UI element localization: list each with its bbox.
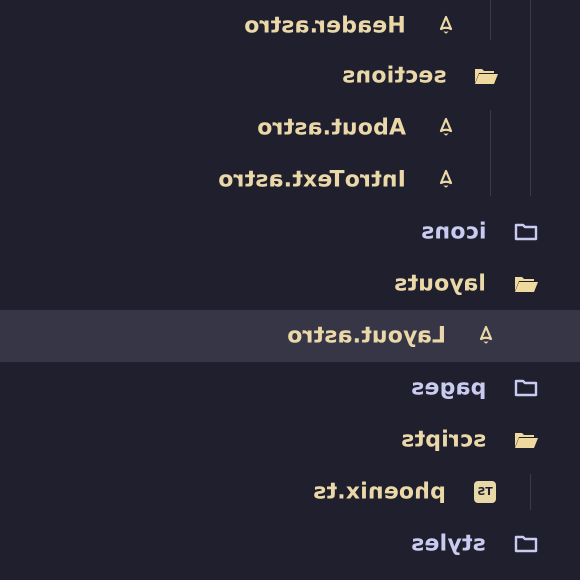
file-explorer-tree: Header.astro sections About.astro IntroT… [0,0,580,580]
folder-icon [512,376,540,400]
astro-icon [434,14,458,38]
tree-item-label: IntroText.astro [218,167,406,193]
tree-item-phoenix-ts[interactable]: TS phoenix.ts [0,466,580,518]
tree-item-label: About.astro [256,115,406,141]
folder-open-icon [472,64,500,88]
tree-item-label: phoenix.ts [313,479,446,505]
typescript-badge: TS [474,481,496,503]
tree-item-introtext-astro[interactable]: IntroText.astro [0,154,580,206]
folder-icon [512,220,540,244]
tree-item-styles-folder[interactable]: styles [0,518,580,570]
folder-open-icon [512,272,540,296]
tree-item-label: sections [342,63,447,89]
tree-item-label: scripts [400,427,486,453]
astro-icon [434,168,458,192]
tree-item-label: icons [420,219,486,245]
tree-item-header-astro[interactable]: Header.astro [0,0,580,52]
folder-icon [512,532,540,556]
tree-item-icons-folder[interactable]: icons [0,206,580,258]
tree-item-label: styles [411,531,486,557]
tree-item-label: Header.astro [244,13,406,39]
astro-icon [474,324,498,348]
tree-item-pages-folder[interactable]: pages [0,362,580,414]
typescript-icon: TS [474,481,496,503]
tree-item-label: layouts [394,271,486,297]
astro-icon [434,116,458,140]
tree-item-label: pages [410,375,486,401]
tree-item-sections-folder[interactable]: sections [0,50,580,102]
folder-open-icon [512,428,540,452]
tree-item-label: Layout.astro [287,323,446,349]
tree-item-scripts-folder[interactable]: scripts [0,414,580,466]
tree-item-about-astro[interactable]: About.astro [0,102,580,154]
tree-item-layouts-folder[interactable]: layouts [0,258,580,310]
tree-item-layout-astro[interactable]: Layout.astro [0,310,580,362]
